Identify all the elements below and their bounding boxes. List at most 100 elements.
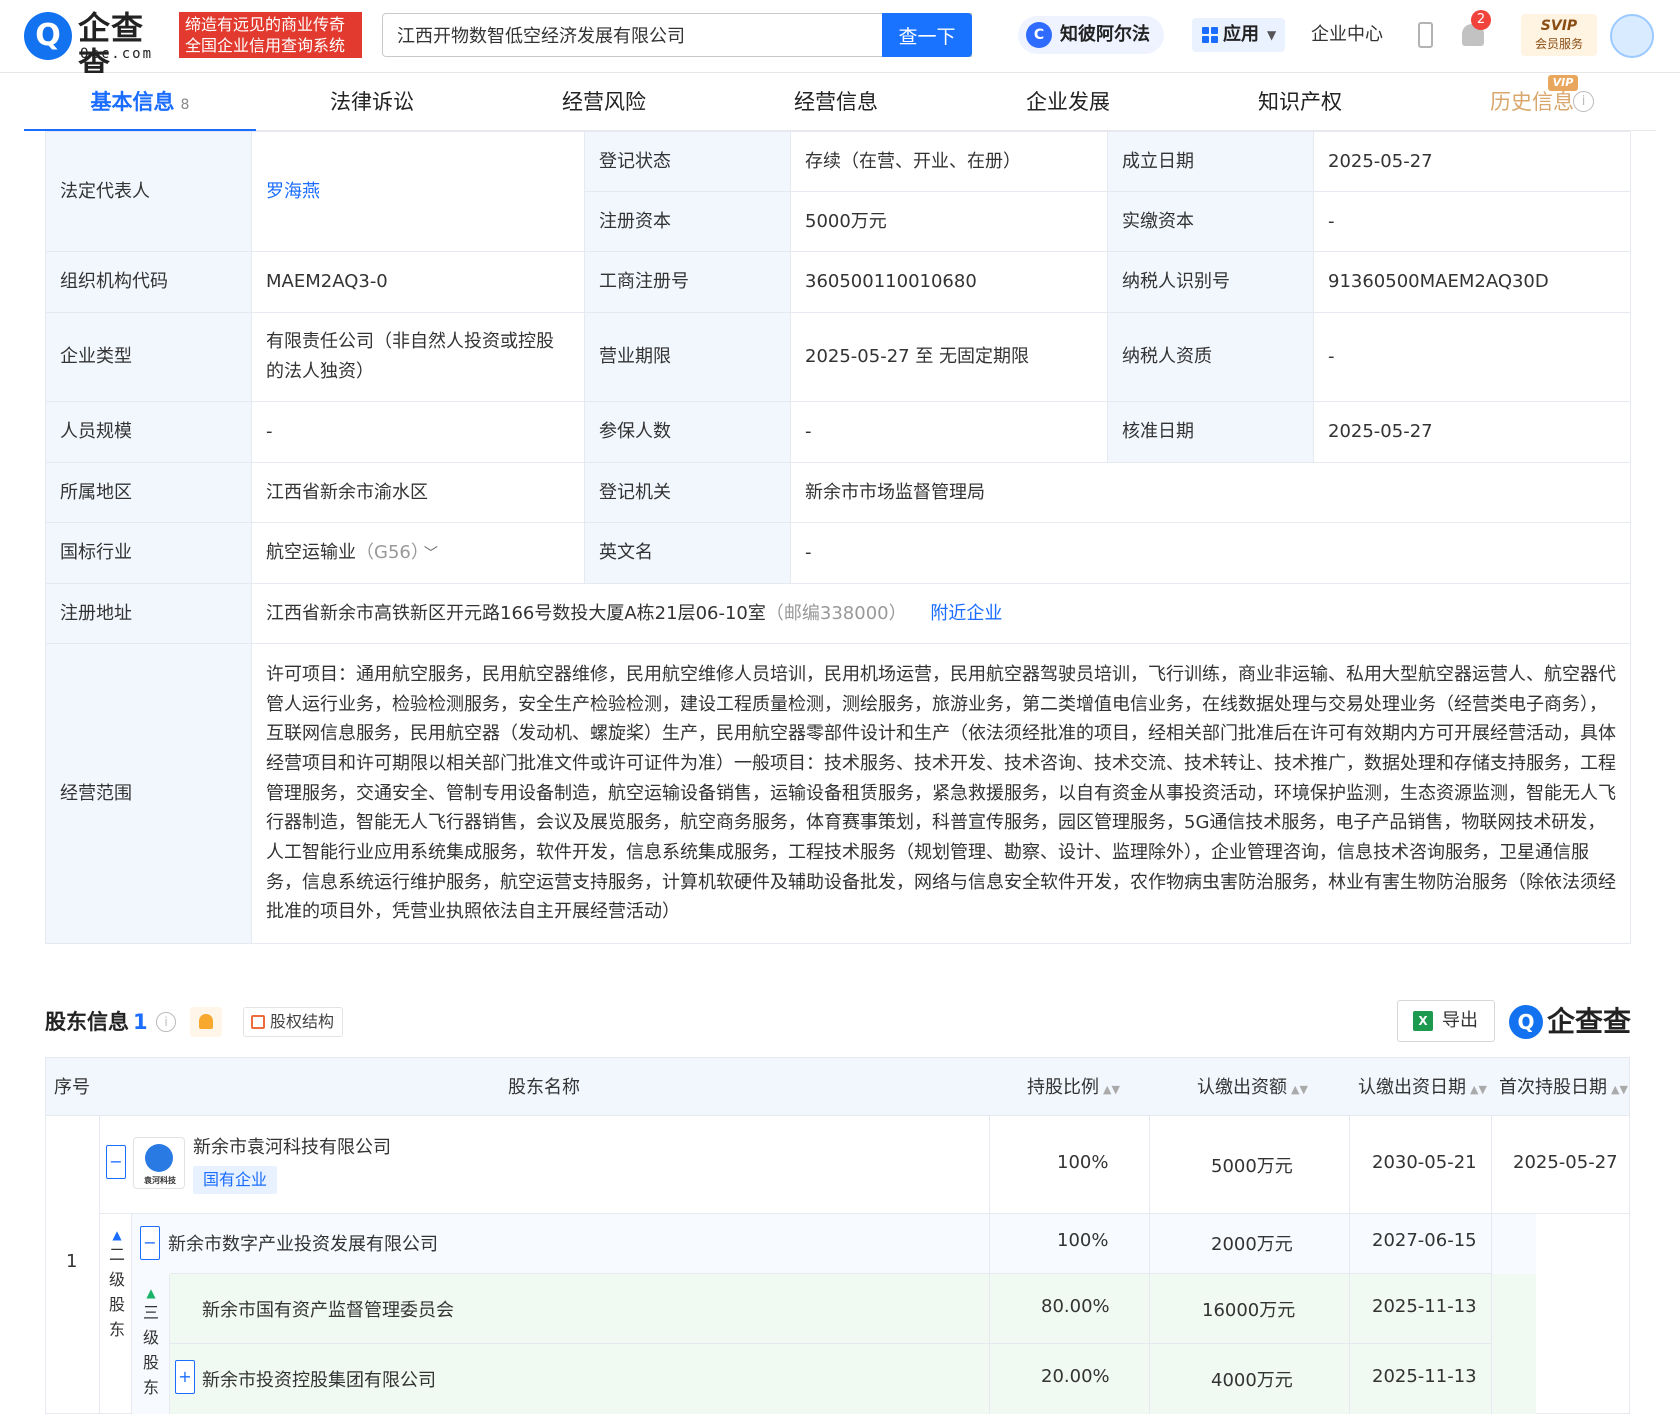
sub-date-value: 2030-05-21 — [1372, 1152, 1477, 1173]
level3-sub-date: 2025-11-13 — [1372, 1366, 1477, 1387]
biz-reg-no-value: 360500110010680 — [790, 251, 1108, 313]
expand-toggle[interactable]: + — [175, 1360, 195, 1394]
col-first-date[interactable]: 首次持股日期 ▲▼ — [1499, 1058, 1628, 1119]
ai-assistant-label: 知彼阿尔法 — [1060, 24, 1150, 45]
monitor-bell-icon[interactable] — [190, 1007, 222, 1037]
sort-icon[interactable]: ▲▼ — [1103, 1083, 1120, 1096]
shareholders-count: 1 — [133, 1010, 148, 1034]
scope-value: 许可项目：通用航空服务，民用航空器维修，民用航空维修人员培训，民用机场运营，民用… — [251, 643, 1631, 944]
tab-basic-info[interactable]: 基本信息 8 — [24, 73, 256, 131]
approve-date-value: 2025-05-27 — [1313, 401, 1631, 463]
shareholders-title-text: 股东信息 — [45, 1010, 129, 1034]
col-ratio[interactable]: 持股比例 ▲▼ — [1027, 1058, 1120, 1119]
company-type-value: 有限责任公司（非自然人投资或控股的法人独资） — [251, 312, 585, 402]
tab-litigation[interactable]: 法律诉讼 — [256, 73, 488, 131]
reg-status-label: 登记状态 — [584, 131, 791, 192]
postcode: （邮编338000） — [765, 602, 907, 624]
level3-ratio: 80.00% — [1041, 1296, 1110, 1317]
logo-domain: Qcc.com — [80, 46, 154, 62]
col-amount-label: 认缴出资额 — [1197, 1077, 1287, 1098]
tab-development[interactable]: 企业发展 — [952, 73, 1184, 131]
apps-menu-button[interactable]: 应用 ▼ — [1192, 18, 1285, 52]
level3-name-link[interactable]: 新余市国有资产监督管理委员会 — [202, 1296, 454, 1322]
region-value: 江西省新余市渝水区 — [251, 462, 585, 523]
biz-reg-no-label: 工商注册号 — [584, 251, 791, 313]
equity-structure-button[interactable]: 股权结构 — [243, 1007, 344, 1037]
tab-business-risk[interactable]: 经营风险 — [488, 73, 720, 131]
col-index: 序号 — [54, 1077, 90, 1098]
col-sub-date[interactable]: 认缴出资日期 ▲▼ — [1358, 1058, 1487, 1119]
info-icon[interactable]: i — [1573, 91, 1594, 112]
legal-rep-link[interactable]: 罗海燕 — [266, 181, 320, 202]
search-input[interactable] — [397, 14, 897, 56]
level2-amount: 2000万元 — [1211, 1234, 1293, 1255]
level3-label-text: 三级股东 — [142, 1303, 159, 1397]
state-owned-tag: 国有企业 — [193, 1166, 278, 1194]
mobile-app-icon[interactable] — [1418, 22, 1433, 48]
qcc-logo-icon: Q — [24, 12, 72, 60]
svip-member-button[interactable]: SVIP 会员服务 — [1521, 14, 1597, 56]
tab-history[interactable]: 历史信息 — [1416, 73, 1648, 131]
level3-sub-date: 2025-11-13 — [1372, 1296, 1477, 1317]
taxpayer-qual-label: 纳税人资质 — [1107, 312, 1314, 402]
level2-name-link[interactable]: 新余市数字产业投资发展有限公司 — [168, 1230, 438, 1256]
excel-icon: X — [1413, 1011, 1433, 1031]
org-code-label: 组织机构代码 — [45, 251, 252, 313]
address-cell: 江西省新余市高铁新区开元路166号数投大厦A栋21层06-10室（邮编33800… — [251, 583, 1631, 644]
found-date-label: 成立日期 — [1107, 131, 1314, 192]
grid-icon — [1202, 27, 1218, 43]
equity-structure-label: 股权结构 — [270, 1012, 335, 1031]
sort-icon[interactable]: ▲▼ — [1470, 1083, 1487, 1096]
level3-name-link[interactable]: 新余市投资控股集团有限公司 — [202, 1366, 436, 1392]
level3-label: ▲ 三级股东 — [140, 1286, 162, 1400]
address-label: 注册地址 — [45, 583, 252, 644]
english-name-value: - — [790, 522, 1631, 584]
ai-assistant-button[interactable]: C 知彼阿尔法 — [1018, 16, 1164, 54]
level3-amount: 16000万元 — [1202, 1300, 1296, 1321]
structure-icon — [251, 1015, 265, 1029]
staff-size-label: 人员规模 — [45, 401, 252, 463]
level2-collapse-toggle[interactable]: − — [140, 1226, 160, 1260]
sort-icon[interactable]: ▲▼ — [1291, 1083, 1308, 1096]
up-arrow-icon[interactable]: ▲ — [140, 1286, 162, 1300]
industry-cell[interactable]: 航空运输业（G56） ﹀ — [251, 522, 585, 584]
up-arrow-icon[interactable]: ▲ — [106, 1228, 128, 1242]
taxpayer-id-value: 91360500MAEM2AQ30D — [1313, 251, 1631, 313]
shareholders-table-body: 1 − 袁河科技 新余市袁河科技有限公司 国有企业 100% 5000万元 20… — [45, 1116, 1630, 1414]
collapse-toggle[interactable]: − — [106, 1145, 126, 1179]
chevron-down-icon[interactable]: ﹀ — [424, 546, 438, 562]
level2-label: ▲ 二级股东 — [106, 1228, 128, 1342]
ai-logo-icon: C — [1026, 22, 1052, 48]
shareholder-name-link[interactable]: 新余市袁河科技有限公司 — [193, 1133, 391, 1159]
vip-tag: VIP — [1548, 75, 1578, 91]
sort-icon[interactable]: ▲▼ — [1611, 1083, 1628, 1096]
slogan-line-2: 全国企业信用查询系统 — [185, 36, 346, 55]
tab-business-info[interactable]: 经营信息 — [720, 73, 952, 131]
search-button[interactable]: 查一下 — [882, 13, 972, 57]
col-first-date-label: 首次持股日期 — [1499, 1077, 1607, 1098]
level2-ratio: 100% — [1057, 1230, 1109, 1251]
qcc-logo[interactable]: Q 企查查 Qcc.com — [24, 10, 172, 82]
company-logo: 袁河科技 — [133, 1137, 185, 1189]
industry-value: 航空运输业 — [266, 541, 356, 563]
shareholders-info-icon[interactable]: i — [156, 1012, 176, 1032]
user-avatar[interactable] — [1610, 14, 1654, 58]
col-name: 股东名称 — [508, 1077, 580, 1098]
enterprise-center-link[interactable]: 企业中心 — [1311, 0, 1383, 70]
nearby-companies-link[interactable]: 附近企业 — [930, 603, 1002, 624]
biz-term-label: 营业期限 — [584, 312, 791, 402]
slogan-banner: 缔造有远见的商业传奇 全国企业信用查询系统 — [179, 12, 362, 58]
col-amount[interactable]: 认缴出资额 ▲▼ — [1197, 1058, 1308, 1119]
qcc-watermark-icon: Q — [1509, 1005, 1543, 1039]
export-button[interactable]: 导出 — [1397, 1000, 1495, 1042]
tab-label: 基本信息 — [90, 90, 175, 114]
row-index: 1 — [66, 1251, 78, 1272]
apps-menu-label: 应用 — [1223, 24, 1259, 45]
tab-ip[interactable]: 知识产权 — [1184, 73, 1416, 131]
qcc-watermark-text: 企查查 — [1547, 1005, 1632, 1038]
tab-count: 8 — [180, 97, 190, 113]
industry-code: （G56） — [356, 541, 420, 563]
svip-subtitle: 会员服务 — [1534, 37, 1583, 51]
company-logo-text: 袁河科技 — [144, 1176, 176, 1185]
level2-sub-date: 2027-06-15 — [1372, 1230, 1477, 1251]
